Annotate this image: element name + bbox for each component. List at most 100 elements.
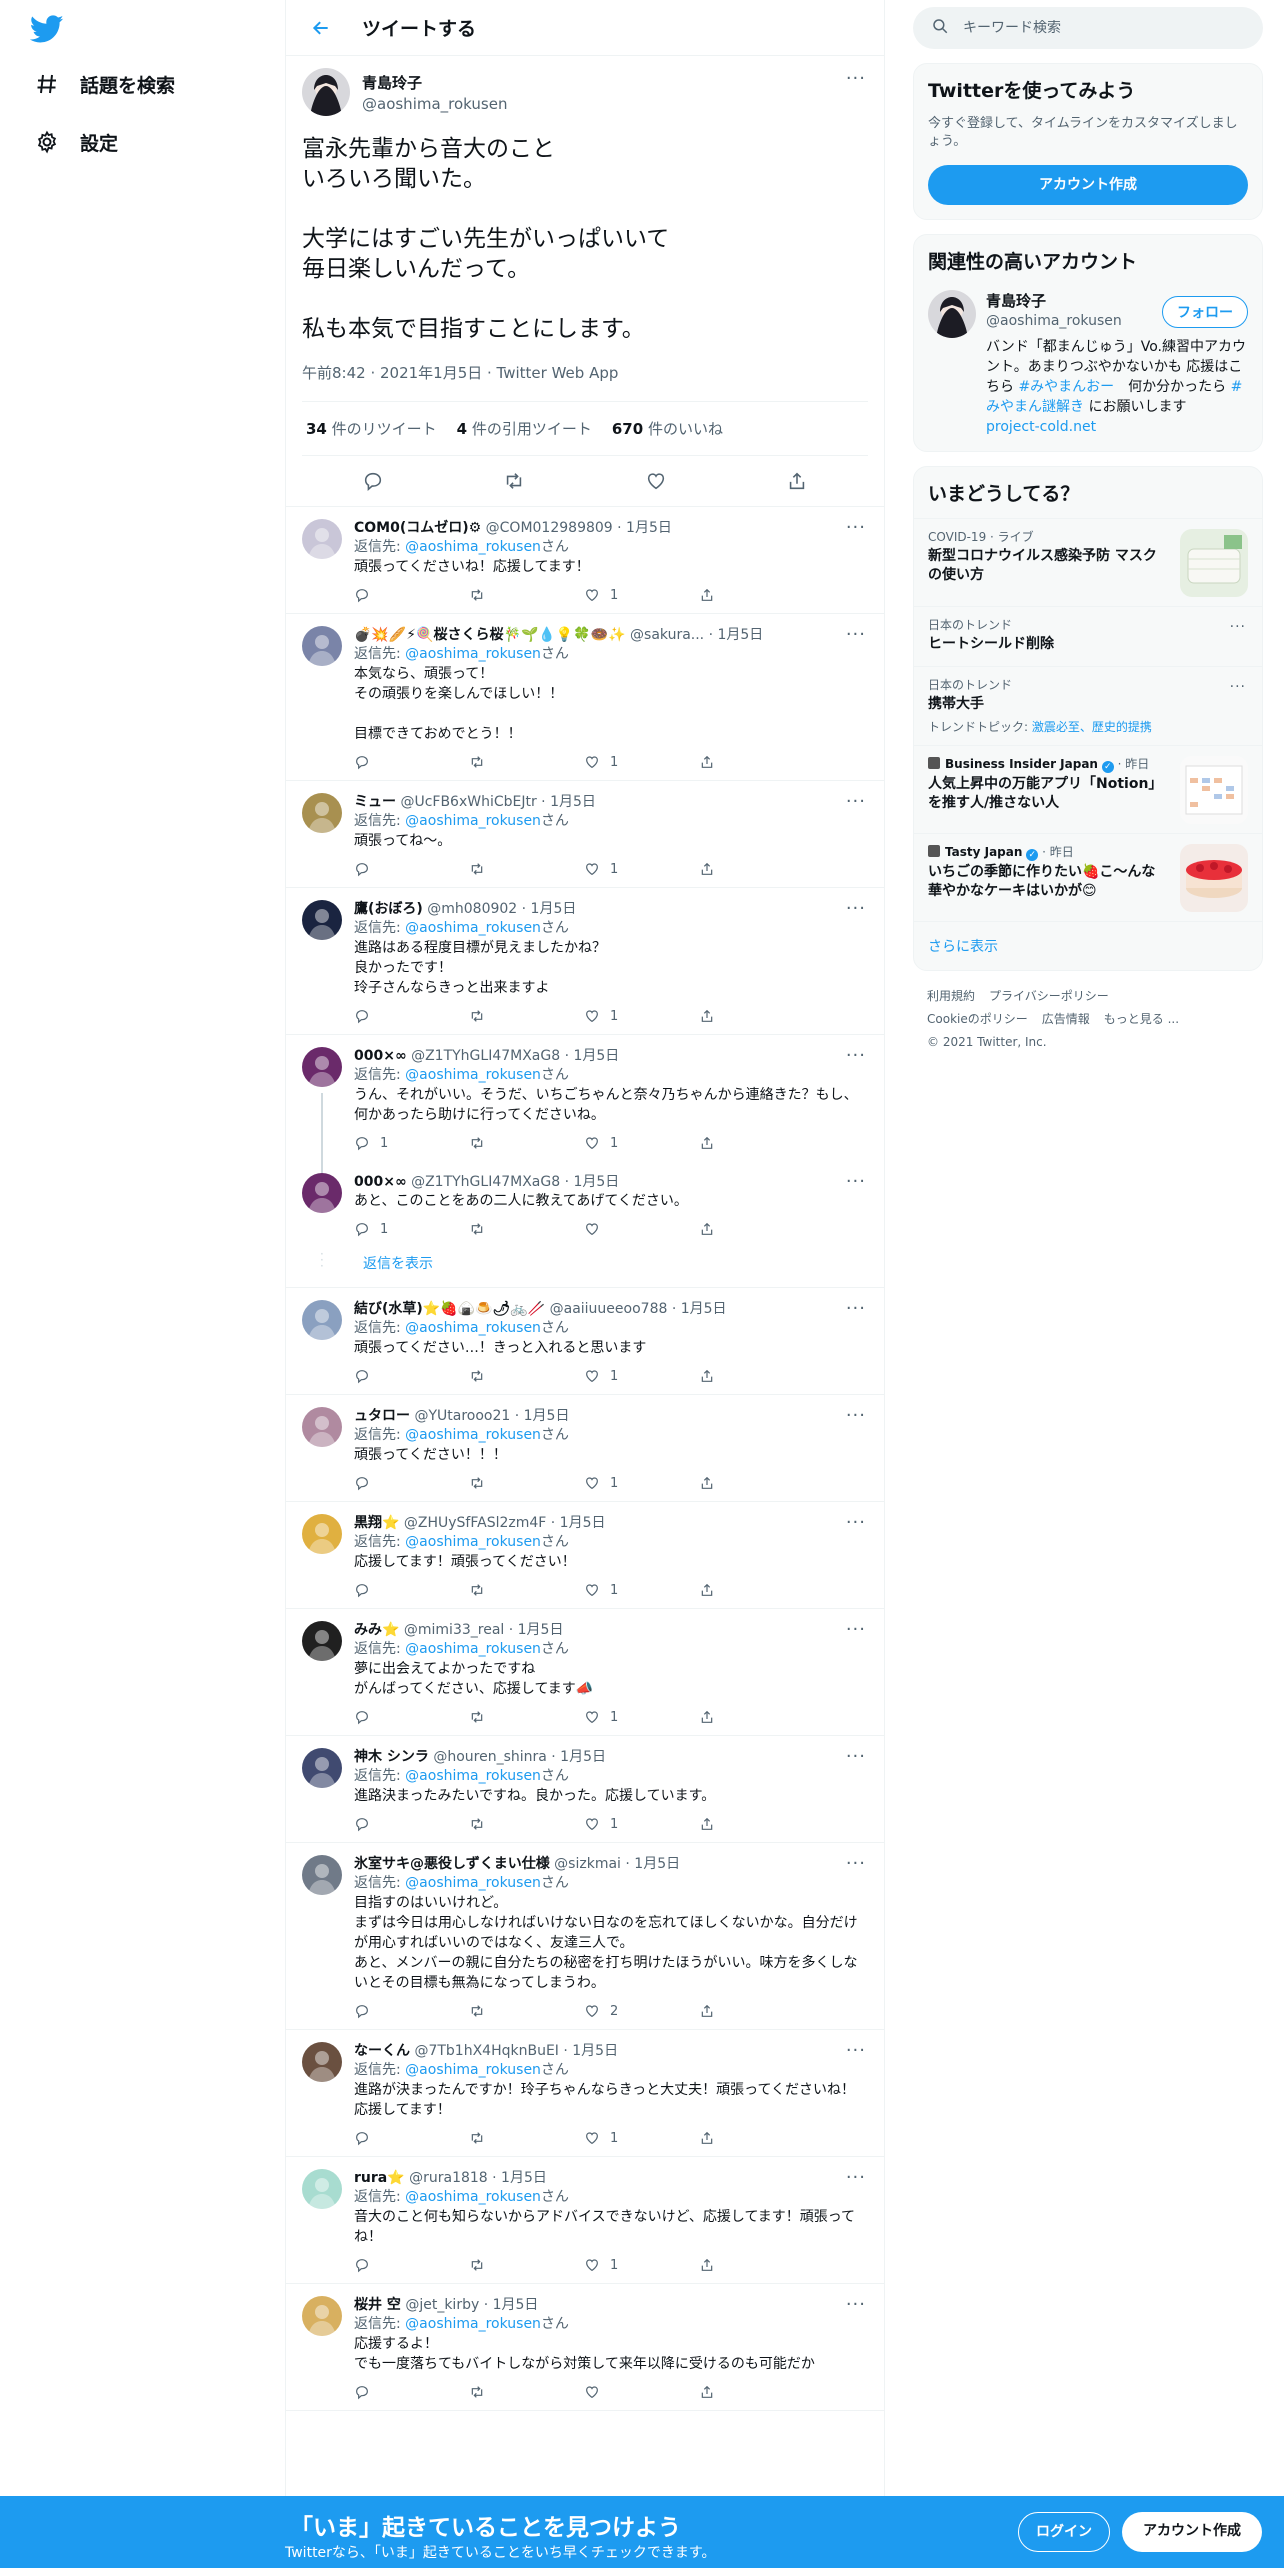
reply-author-name[interactable]: ュタロー <box>354 1408 410 1424</box>
trend-topic-link[interactable]: 激震必至、歴史的提携 <box>1032 720 1152 734</box>
reply-icon[interactable] <box>354 2003 434 2019</box>
author-handle[interactable]: @aoshima_rokusen <box>362 95 507 113</box>
replying-to-user[interactable]: @aoshima_rokusen <box>405 1427 541 1443</box>
terms-link[interactable]: 利用規約 <box>927 989 975 1003</box>
hashtag-link[interactable]: #みやまんおー <box>1018 379 1114 395</box>
more-options-icon[interactable]: ··· <box>1230 679 1246 695</box>
trend-item[interactable]: 日本のトレンド 携帯大手 トレンドトピック: 激震必至、歴史的提携 ··· <box>914 666 1262 745</box>
likes-stat[interactable]: 670 件のいいね <box>612 418 723 439</box>
more-options-icon[interactable]: ··· <box>846 517 866 538</box>
replying-to-user[interactable]: @aoshima_rokusen <box>405 1768 541 1784</box>
reply-tweet[interactable]: COM0(コムゼロ)⚙ @COM012989809 · 1月5日 返信先: @ao… <box>286 507 884 614</box>
reply-icon[interactable] <box>354 861 434 877</box>
reply-handle-date[interactable]: @7Tb1hX4HqknBuEI · 1月5日 <box>410 2043 618 2059</box>
more-options-icon[interactable]: ··· <box>1230 619 1246 635</box>
share-icon[interactable] <box>699 754 779 770</box>
reply-icon[interactable] <box>354 1582 434 1598</box>
twitter-logo-icon[interactable] <box>30 12 64 46</box>
reply-tweet[interactable]: 結び(水草)⭐🍓🍙🍮🌶🚲🥢 @aaiiuueeoo788 · 1月5日 返信先: … <box>286 1288 884 1395</box>
more-options-icon[interactable]: ··· <box>846 2294 866 2315</box>
reply-author-name[interactable]: 神木 シンラ <box>354 1749 429 1765</box>
share-icon[interactable] <box>699 1008 779 1024</box>
like-icon[interactable]: 1 <box>584 754 664 770</box>
replying-to-user[interactable]: @aoshima_rokusen <box>405 646 541 662</box>
replying-to-user[interactable]: @aoshima_rokusen <box>405 2316 541 2332</box>
like-icon[interactable]: 1 <box>584 1709 664 1725</box>
retweet-icon[interactable] <box>469 1135 549 1151</box>
quotes-stat[interactable]: 4 件の引用ツイート <box>457 418 592 439</box>
replying-to-user[interactable]: @aoshima_rokusen <box>405 2062 541 2078</box>
replying-to-user[interactable]: @aoshima_rokusen <box>405 1320 541 1336</box>
reply-author-name[interactable]: 鷹(おぼろ) <box>354 901 423 917</box>
reply-icon[interactable] <box>354 1816 434 1832</box>
replying-to-user[interactable]: @aoshima_rokusen <box>405 813 541 829</box>
avatar[interactable] <box>302 519 342 559</box>
reply-icon[interactable] <box>354 1709 434 1725</box>
reply-icon[interactable]: 1 <box>354 1221 434 1237</box>
reply-handle-date[interactable]: @houren_shinra · 1月5日 <box>429 1749 606 1765</box>
reply-author-name[interactable]: なーくん <box>354 2043 410 2059</box>
avatar[interactable] <box>302 2296 342 2336</box>
share-icon[interactable] <box>699 861 779 877</box>
reply-author-name[interactable]: rura⭐ <box>354 2170 405 2186</box>
reply-tweet[interactable]: 💣💥🥖⚡🍭桜さくら桜🎋🌱💧💡🍀🍩✨ @sakura... · 1月5日 返信先: … <box>286 614 884 781</box>
reply-tweet[interactable]: 000×∞ @Z1TYhGLI47MXaG8 · 1月5日 あと、このことをあの二… <box>286 1161 884 1247</box>
replying-to-user[interactable]: @aoshima_rokusen <box>405 1875 541 1891</box>
reply-icon[interactable] <box>354 1368 434 1384</box>
more-options-icon[interactable]: ··· <box>846 1045 866 1066</box>
avatar[interactable] <box>302 2169 342 2209</box>
reply-handle-date[interactable]: @YUtarooo21 · 1月5日 <box>410 1408 569 1424</box>
like-icon[interactable]: 1 <box>584 1135 664 1151</box>
retweet-icon[interactable] <box>469 2003 549 2019</box>
reply-tweet[interactable]: 神木 シンラ @houren_shinra · 1月5日 返信先: @aoshim… <box>286 1736 884 1843</box>
reply-handle-date[interactable]: @Z1TYhGLI47MXaG8 · 1月5日 <box>407 1174 619 1190</box>
like-icon[interactable] <box>645 470 667 492</box>
replying-to-user[interactable]: @aoshima_rokusen <box>405 1067 541 1083</box>
reply-icon[interactable] <box>354 754 434 770</box>
trend-item[interactable]: COVID-19 · ライブ 新型コロナウイルス感染予防 マスクの使い方 <box>914 518 1262 606</box>
reply-author-name[interactable]: みみ⭐ <box>354 1622 399 1638</box>
reply-handle-date[interactable]: @mimi33_real · 1月5日 <box>399 1622 564 1638</box>
reply-icon[interactable] <box>354 1475 434 1491</box>
retweet-icon[interactable] <box>469 861 549 877</box>
more-options-icon[interactable]: ··· <box>846 791 866 812</box>
share-icon[interactable] <box>699 1582 779 1598</box>
avatar[interactable] <box>302 1748 342 1788</box>
retweet-icon[interactable] <box>469 754 549 770</box>
create-account-button[interactable]: アカウント作成 <box>928 165 1248 205</box>
back-arrow-icon[interactable] <box>306 13 336 43</box>
reply-author-name[interactable]: 💣💥🥖⚡🍭桜さくら桜🎋🌱💧💡🍀🍩✨ <box>354 627 626 643</box>
related-account[interactable]: 青島玲子 @aoshima_rokusen バンド「都まんじゅう」Vo.練習中ア… <box>914 286 1262 451</box>
retweet-icon[interactable] <box>469 1582 549 1598</box>
share-icon[interactable] <box>699 1368 779 1384</box>
retweet-icon[interactable] <box>469 2384 549 2400</box>
reply-handle-date[interactable]: @Z1TYhGLI47MXaG8 · 1月5日 <box>407 1048 619 1064</box>
reply-tweet[interactable]: 000×∞ @Z1TYhGLI47MXaG8 · 1月5日 返信先: @aoshi… <box>286 1035 884 1173</box>
reply-handle-date[interactable]: @jet_kirby · 1月5日 <box>401 2297 538 2313</box>
like-icon[interactable]: 2 <box>584 2003 664 2019</box>
more-options-icon[interactable]: ··· <box>846 898 866 919</box>
reply-tweet[interactable]: 氷室サキ@悪役しずくまい仕様 @sizkmai · 1月5日 返信先: @aosh… <box>286 1843 884 2030</box>
avatar[interactable] <box>302 1514 342 1554</box>
more-options-icon[interactable]: ··· <box>846 1746 866 1767</box>
reply-tweet[interactable]: 黒翔⭐ @ZHUySfFASl2zm4F · 1月5日 返信先: @aoshima… <box>286 1502 884 1609</box>
share-icon[interactable] <box>699 1221 779 1237</box>
share-icon[interactable] <box>699 2130 779 2146</box>
avatar[interactable] <box>302 1407 342 1447</box>
like-icon[interactable]: 1 <box>584 587 664 603</box>
reply-tweet[interactable]: rura⭐ @rura1818 · 1月5日 返信先: @aoshima_roku… <box>286 2157 884 2284</box>
show-replies-link[interactable]: · · · 返信を表示 <box>286 1247 884 1288</box>
share-icon[interactable] <box>786 470 808 492</box>
retweet-icon[interactable] <box>469 1008 549 1024</box>
trend-item[interactable]: 日本のトレンド ヒートシールド削除 ··· <box>914 606 1262 666</box>
avatar[interactable] <box>302 2042 342 2082</box>
signup-button[interactable]: アカウント作成 <box>1122 2512 1262 2552</box>
follow-button[interactable]: フォロー <box>1162 296 1248 328</box>
reply-icon[interactable] <box>362 470 384 492</box>
replying-to-user[interactable]: @aoshima_rokusen <box>405 539 541 555</box>
replying-to-user[interactable]: @aoshima_rokusen <box>405 920 541 936</box>
reply-author-name[interactable]: 氷室サキ@悪役しずくまい仕様 <box>354 1856 550 1872</box>
more-options-icon[interactable]: ··· <box>846 2167 866 2188</box>
reply-author-name[interactable]: ミュー <box>354 794 396 810</box>
reply-handle-date[interactable]: @COM012989809 · 1月5日 <box>481 520 672 536</box>
